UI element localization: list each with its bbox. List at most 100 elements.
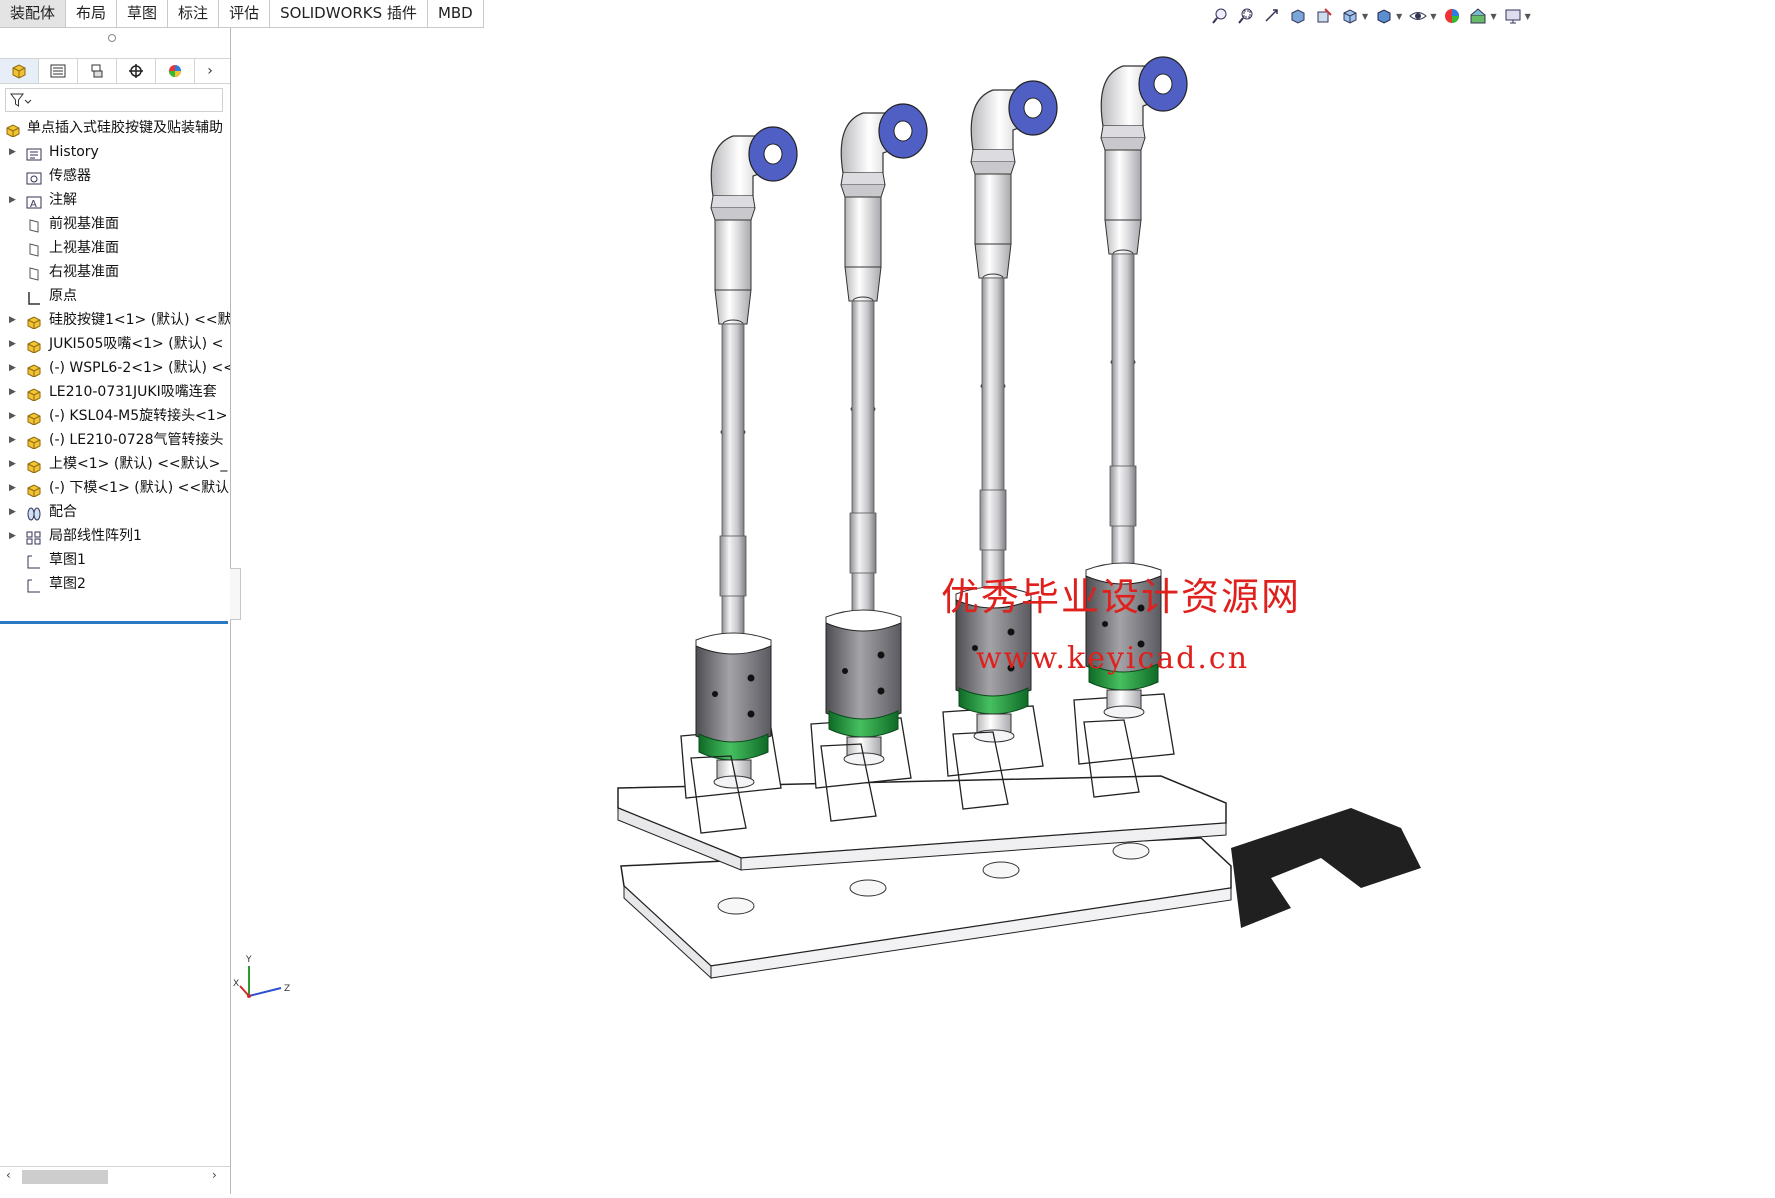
view-orientation-button[interactable]	[1340, 7, 1360, 25]
zoom-to-fit-button[interactable]	[1210, 7, 1230, 25]
panel-grip[interactable]	[108, 34, 116, 42]
view-settings-button[interactable]	[1503, 7, 1523, 25]
panel-tabs-more[interactable]: ›	[195, 59, 225, 83]
tree-item[interactable]: 右视基准面	[0, 260, 230, 284]
pattern-icon	[26, 529, 42, 545]
tree-item[interactable]: ▶ (-) 下模<1> (默认) <<默认	[0, 476, 230, 500]
tree-item[interactable]: ▶ 局部线性阵列1	[0, 524, 230, 548]
part-icon	[26, 385, 42, 402]
tree-item[interactable]: ▶ (-) LE210-0728气管转接头	[0, 428, 230, 452]
expand-arrow-icon[interactable]: ▶	[9, 140, 16, 164]
section-view-button[interactable]	[1288, 7, 1308, 25]
chevron-down-icon[interactable]: ▼	[1490, 12, 1496, 21]
feature-manager-icon	[12, 64, 26, 79]
zoom-to-area-icon	[1238, 8, 1253, 24]
sketch-icon	[26, 577, 42, 593]
expand-arrow-icon[interactable]: ▶	[9, 452, 16, 476]
tree-item-label: History	[49, 144, 99, 160]
tree-item[interactable]: ▶ LE210-0731JUKI吸嘴连套	[0, 380, 230, 404]
scroll-right-icon[interactable]: ›	[212, 1168, 217, 1182]
dimxpert-tab[interactable]	[117, 59, 156, 83]
expand-arrow-icon[interactable]: ▶	[9, 404, 16, 428]
chevron-down-icon[interactable]: ▼	[1430, 12, 1436, 21]
expand-arrow-icon[interactable]: ▶	[9, 500, 16, 524]
apply-scene-button[interactable]	[1468, 7, 1488, 25]
panel-horizontal-scrollbar[interactable]: ‹ ›	[0, 1166, 230, 1187]
section-view-icon	[1291, 9, 1305, 24]
feature-tree: 单点插入式硅胶按键及贴装辅助 ▶ History 传感器 ▶ A 注解 前视基准面 上视基准面右…	[0, 116, 230, 596]
scroll-left-icon[interactable]: ‹	[6, 1168, 11, 1182]
tab-0[interactable]: 装配体	[0, 0, 67, 28]
chevron-down-icon[interactable]: ▼	[1362, 12, 1368, 21]
chevron-down-icon[interactable]: ▼	[1396, 12, 1402, 21]
tree-item[interactable]: 传感器	[0, 164, 230, 188]
zoom-to-fit-icon	[1212, 8, 1227, 24]
command-manager-tabs: 装配体 布局 草图 标注 评估 SOLIDWORKS 插件 MBD	[0, 0, 484, 28]
tree-item[interactable]: ▶ JUKI505吸嘴<1> (默认) <	[0, 332, 230, 356]
tree-item-label: JUKI505吸嘴<1> (默认) <	[49, 336, 224, 352]
tree-item-label: 前视基准面	[49, 216, 119, 232]
tree-item[interactable]: 草图2	[0, 572, 230, 596]
watermark-url: www.keyicad.cn	[976, 641, 1250, 676]
tab-6[interactable]: MBD	[427, 0, 484, 28]
tab-1[interactable]: 布局	[66, 0, 118, 28]
tree-filter[interactable]	[5, 88, 223, 112]
dimxpert-icon	[129, 64, 143, 78]
tree-item-label: (-) KSL04-M5旋转接头<1>	[49, 408, 228, 424]
tree-item[interactable]: 上视基准面	[0, 236, 230, 260]
tree-item[interactable]: ▶ 配合	[0, 500, 230, 524]
configuration-manager-tab[interactable]	[78, 59, 117, 83]
tree-item[interactable]: ▶ History	[0, 140, 230, 164]
tree-item[interactable]: ▶ A 注解	[0, 188, 230, 212]
part-icon	[26, 457, 42, 474]
tab-4[interactable]: 评估	[219, 0, 271, 28]
filter-icon	[10, 93, 32, 107]
tab-2[interactable]: 草图	[117, 0, 169, 28]
tree-item[interactable]: 原点	[0, 284, 230, 308]
tree-item-label: 配合	[49, 504, 77, 520]
expand-arrow-icon[interactable]: ▶	[9, 332, 16, 356]
tree-item[interactable]: 草图1	[0, 548, 230, 572]
configuration-manager-icon	[91, 64, 103, 78]
previous-view-button[interactable]	[1262, 7, 1282, 25]
tree-item-label: 草图2	[49, 576, 86, 592]
graphics-area[interactable]: Y Z X 优秀毕业设计资源网 www.keyicad.cn	[231, 28, 1775, 1194]
zoom-to-area-button[interactable]	[1236, 7, 1256, 25]
display-style-button[interactable]	[1374, 7, 1394, 25]
expand-arrow-icon[interactable]: ▶	[9, 308, 16, 332]
hide-show-eye-icon	[1409, 12, 1428, 20]
expand-arrow-icon[interactable]: ▶	[9, 356, 16, 380]
expand-arrow-icon[interactable]: ▶	[9, 188, 16, 212]
expand-arrow-icon[interactable]: ▶	[9, 428, 16, 452]
tree-item[interactable]: ▶ (-) WSPL6-2<1> (默认) <<	[0, 356, 230, 380]
tab-3[interactable]: 标注	[168, 0, 220, 28]
heads-up-view-toolbar: ▼ ▼ ▼ ▼ ▼	[1210, 6, 1531, 26]
tree-root-assembly[interactable]: 单点插入式硅胶按键及贴装辅助	[0, 116, 230, 140]
feature-manager-panel: › 单点插入式硅胶按键及贴装辅助 ▶ History 传感器 ▶ A 注解 前视基准面 上视基准…	[0, 28, 231, 1194]
scene-icon	[1470, 8, 1486, 24]
tree-item[interactable]: 前视基准面	[0, 212, 230, 236]
edit-appearance-button[interactable]	[1442, 7, 1462, 25]
tree-item[interactable]: ▶ 上模<1> (默认) <<默认>_	[0, 452, 230, 476]
expand-arrow-icon[interactable]: ▶	[9, 476, 16, 500]
rollback-bar[interactable]	[0, 621, 228, 624]
property-manager-tab[interactable]	[39, 59, 78, 83]
scroll-thumb[interactable]	[22, 1170, 108, 1184]
origin-icon	[26, 289, 42, 305]
feature-manager-tab[interactable]	[0, 59, 39, 83]
tree-item-label: 传感器	[49, 168, 91, 184]
display-manager-tab[interactable]	[156, 59, 195, 83]
display-style-icon	[1377, 9, 1391, 24]
plane-icon	[26, 241, 42, 257]
appearance-icon	[1445, 9, 1460, 23]
tree-item[interactable]: ▶ (-) KSL04-M5旋转接头<1>	[0, 404, 230, 428]
expand-arrow-icon[interactable]: ▶	[9, 524, 16, 548]
chevron-down-icon[interactable]: ▼	[1525, 12, 1531, 21]
dynamic-annotation-button[interactable]	[1314, 7, 1334, 25]
part-icon	[26, 337, 42, 354]
tree-item[interactable]: ▶ 硅胶按键1<1> (默认) <<默	[0, 308, 230, 332]
tab-5[interactable]: SOLIDWORKS 插件	[270, 0, 428, 28]
expand-arrow-icon[interactable]: ▶	[9, 380, 16, 404]
tree-item-label: 草图1	[49, 552, 86, 568]
hide-show-items-button[interactable]	[1408, 7, 1428, 25]
